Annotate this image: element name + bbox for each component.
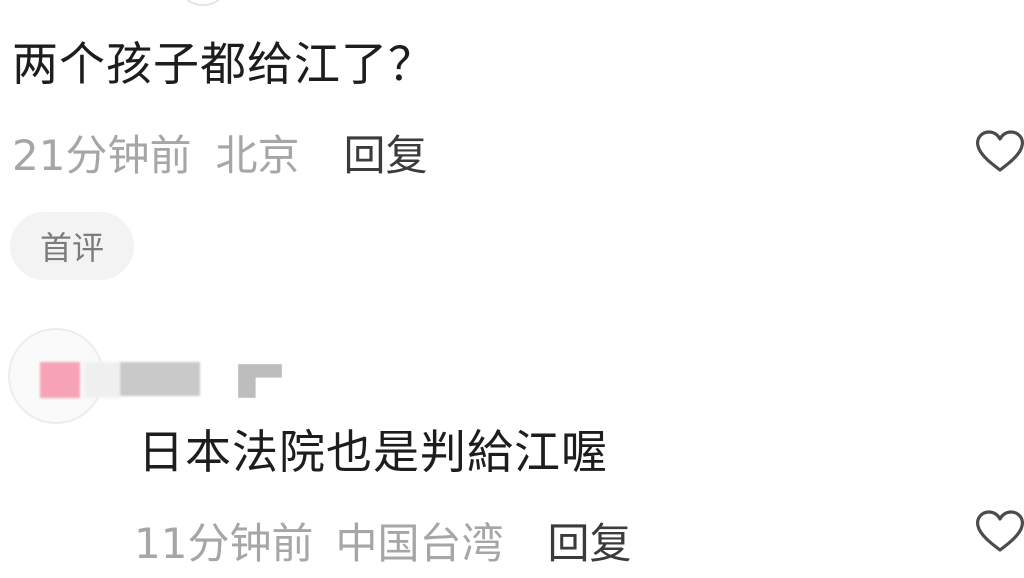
username-blur <box>120 362 200 396</box>
heart-outline-icon[interactable] <box>972 504 1024 560</box>
comment-meta: 21分钟前 北京 回复 <box>12 124 427 180</box>
comment-location: 北京 <box>215 130 300 180</box>
reply-button[interactable]: 回复 <box>343 122 427 183</box>
comment-thread: 两个孩子都给江了？ 21分钟前 北京 回复 首评 日本法院也是判給江喔 11分钟… <box>0 0 1024 578</box>
comment-time: 21分钟前 <box>12 130 192 180</box>
username-blur <box>238 364 282 398</box>
username-blur <box>84 362 120 398</box>
comment-meta: 11分钟前 中国台湾 回复 <box>134 512 631 568</box>
reply-button[interactable]: 回复 <box>547 510 631 571</box>
comment-text: 两个孩子都给江了？ <box>12 37 435 91</box>
comment-location: 中国台湾 <box>335 518 504 568</box>
heart-outline-icon[interactable] <box>972 124 1024 180</box>
previous-avatar-edge <box>178 0 228 6</box>
comment-text: 日本法院也是判給江喔 <box>138 425 608 479</box>
first-comment-badge: 首评 <box>10 212 134 280</box>
comment-time: 11分钟前 <box>134 518 314 568</box>
username-blur <box>40 362 80 398</box>
